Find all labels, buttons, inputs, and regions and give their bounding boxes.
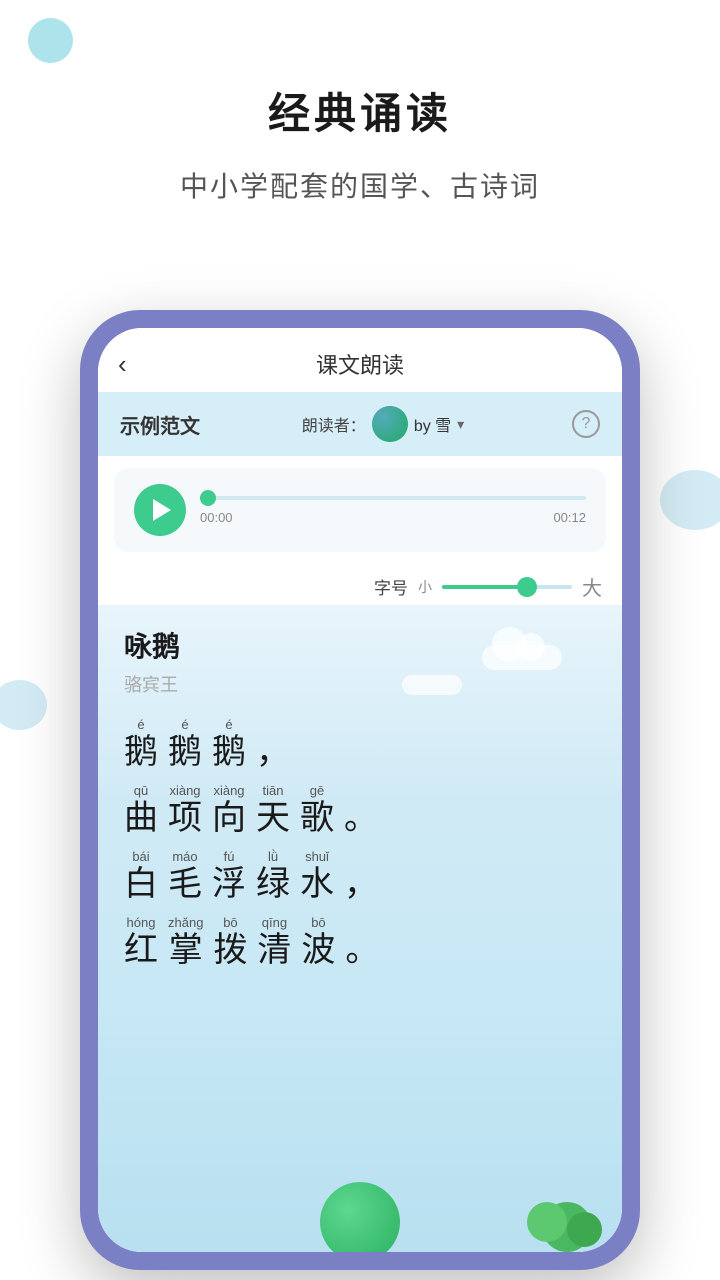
current-time: 00:00 (200, 510, 233, 525)
phone-outer: ‹ 课文朗读 示例范文 朗读者： by 雪 ▾ ? (80, 310, 640, 1270)
poem-line-3: bái 白 máo 毛 fú 浮 (124, 849, 596, 901)
play-icon (153, 499, 171, 521)
reader-name: by 雪 (414, 412, 451, 436)
char-e3: é 鹅 (212, 717, 246, 769)
slider-thumb (517, 577, 537, 597)
char-qu: qū 曲 (124, 783, 158, 835)
poem-line-1: é 鹅 é 鹅 é 鹅 ， (124, 717, 596, 769)
char-mao: máo 毛 (168, 849, 202, 901)
char-tian: tiān 天 (256, 783, 290, 835)
audio-player: 00:00 00:12 (114, 468, 606, 552)
char-bo1: bō 拨 (213, 915, 247, 967)
chevron-down-icon[interactable]: ▾ (457, 416, 464, 433)
char-ge: gē 歌 (300, 783, 334, 835)
char-shui: shuǐ 水 (300, 849, 334, 901)
phone-mockup: ‹ 课文朗读 示例范文 朗读者： by 雪 ▾ ? (80, 310, 640, 1270)
progress-bar-track[interactable] (200, 496, 586, 500)
help-button[interactable]: ? (572, 410, 600, 438)
play-button[interactable] (134, 484, 186, 536)
player-row: 00:00 00:12 (134, 484, 586, 536)
char-xiang1: xiàng 项 (168, 783, 202, 835)
punct-2: 。 (344, 801, 378, 835)
bush-decoration (522, 1182, 602, 1252)
punct-3: ， (344, 867, 378, 901)
poem-area: 咏鹅 骆宾王 é 鹅 é 鹅 (98, 605, 622, 1252)
char-bai: bái 白 (124, 849, 158, 901)
bush-circle-3 (567, 1212, 602, 1247)
page-title: 经典诵读 (0, 80, 720, 141)
char-e1: é 鹅 (124, 717, 158, 769)
phone-inner: ‹ 课文朗读 示例范文 朗读者： by 雪 ▾ ? (98, 328, 622, 1252)
help-icon: ? (582, 415, 591, 433)
app-screen: ‹ 课文朗读 示例范文 朗读者： by 雪 ▾ ? (98, 328, 622, 1252)
char-bo2: bō 波 (301, 915, 335, 967)
ball-decoration (320, 1182, 400, 1252)
poem-line-2: qū 曲 xiàng 项 xiàng 向 (124, 783, 596, 835)
poem-line-4: hóng 红 zhǎng 掌 bō 拨 (124, 915, 596, 967)
reader-label: 朗读者： (302, 412, 366, 436)
punct-1: ， (256, 735, 290, 769)
char-lv: lǜ 绿 (256, 849, 290, 901)
bubble-decoration-left (0, 680, 47, 730)
char-fu: fú 浮 (212, 849, 246, 901)
slider-fill (442, 585, 527, 589)
poem-author: 骆宾王 (124, 671, 596, 697)
char-xiang2: xiàng 向 (212, 783, 246, 835)
page-header: 经典诵读 中小学配套的国学、古诗词 (0, 0, 720, 205)
page-subtitle: 中小学配套的国学、古诗词 (0, 165, 720, 205)
font-size-label: 字号 (374, 574, 408, 599)
progress-thumb (200, 490, 216, 506)
nav-bar: ‹ 课文朗读 (98, 328, 622, 392)
back-button[interactable]: ‹ (118, 349, 127, 380)
char-e2: é 鹅 (168, 717, 202, 769)
content-header: 示例范文 朗读者： by 雪 ▾ ? (98, 392, 622, 456)
progress-container[interactable]: 00:00 00:12 (200, 496, 586, 525)
poem-lines: é 鹅 é 鹅 é 鹅 ， (124, 717, 596, 967)
example-label: 示例范文 (120, 410, 200, 439)
time-row: 00:00 00:12 (200, 510, 586, 525)
char-qing: qīng 清 (257, 915, 291, 967)
char-hong: hóng 红 (124, 915, 158, 967)
font-size-slider[interactable] (442, 585, 572, 589)
cloud-decoration-1 (482, 645, 562, 670)
bush-circle-2 (527, 1202, 567, 1242)
nav-title: 课文朗读 (316, 348, 404, 380)
reader-selector[interactable]: 朗读者： by 雪 ▾ (302, 406, 464, 442)
reader-avatar (372, 406, 408, 442)
bubble-decoration-top-left (28, 18, 73, 63)
total-time: 00:12 (553, 510, 586, 525)
font-size-large-label: 大 (582, 572, 602, 601)
bubble-decoration-right (660, 470, 720, 530)
cloud-decoration-2 (402, 675, 462, 695)
font-size-small-label: 小 (418, 577, 432, 597)
font-size-control: 字号 小 大 (98, 564, 622, 605)
char-zhang: zhǎng 掌 (168, 915, 203, 967)
punct-4: 。 (345, 933, 379, 967)
